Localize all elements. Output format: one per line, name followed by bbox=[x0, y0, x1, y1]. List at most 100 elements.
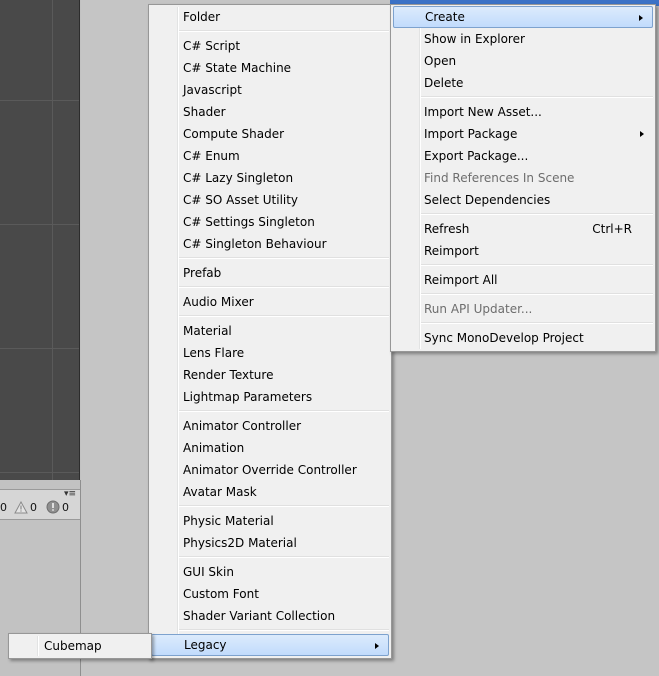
menu-item-lightmap-parameters[interactable]: Lightmap Parameters bbox=[151, 386, 389, 408]
menu-item-animator-override-controller[interactable]: Animator Override Controller bbox=[151, 459, 389, 481]
legacy-submenu: Cubemap bbox=[8, 633, 152, 659]
menu-item-material[interactable]: Material bbox=[151, 320, 389, 342]
menu-item-refresh[interactable]: Refresh Ctrl+R bbox=[393, 218, 653, 240]
menu-separator bbox=[179, 629, 389, 631]
menu-separator bbox=[421, 264, 653, 266]
menu-item-label: Run API Updater... bbox=[424, 302, 533, 316]
menu-item-label: C# Enum bbox=[183, 149, 240, 163]
menu-item-cubemap[interactable]: Cubemap bbox=[11, 635, 149, 657]
menu-item-label: Animation bbox=[183, 441, 245, 455]
menu-item-c-lazy-singleton[interactable]: C# Lazy Singleton bbox=[151, 167, 389, 189]
menu-item-shortcut: Ctrl+R bbox=[592, 222, 632, 236]
menu-item-c-enum[interactable]: C# Enum bbox=[151, 145, 389, 167]
submenu-arrow-icon bbox=[640, 131, 644, 137]
menu-item-label: C# State Machine bbox=[183, 61, 292, 75]
menu-item-physic-material[interactable]: Physic Material bbox=[151, 510, 389, 532]
menu-separator bbox=[179, 286, 389, 288]
create-submenu: Folder C# Script C# State Machine Javascrip… bbox=[148, 4, 392, 659]
menu-item-c-singleton-behaviour[interactable]: C# Singleton Behaviour bbox=[151, 233, 389, 255]
menu-item-create[interactable]: Create bbox=[393, 6, 653, 28]
menu-item-import-package[interactable]: Import Package bbox=[393, 123, 653, 145]
menu-item-find-references-in-scene: Find References In Scene bbox=[393, 167, 653, 189]
menu-item-c-state-machine[interactable]: C# State Machine bbox=[151, 57, 389, 79]
menu-separator bbox=[421, 293, 653, 295]
menu-item-run-api-updater: Run API Updater... bbox=[393, 298, 653, 320]
menu-item-label: Lightmap Parameters bbox=[183, 390, 313, 404]
menu-item-label: Avatar Mask bbox=[183, 485, 257, 499]
menu-item-label: Animator Controller bbox=[183, 419, 302, 433]
menu-item-show-in-explorer[interactable]: Show in Explorer bbox=[393, 28, 653, 50]
menu-item-gui-skin[interactable]: GUI Skin bbox=[151, 561, 389, 583]
error-counter[interactable]: 0 bbox=[46, 498, 69, 516]
menu-item-label: Import New Asset... bbox=[424, 105, 542, 119]
menu-item-label: Custom Font bbox=[183, 587, 259, 601]
menu-item-animation[interactable]: Animation bbox=[151, 437, 389, 459]
menu-separator bbox=[179, 315, 389, 317]
menu-item-javascript[interactable]: Javascript bbox=[151, 79, 389, 101]
menu-item-avatar-mask[interactable]: Avatar Mask bbox=[151, 481, 389, 503]
menu-separator bbox=[421, 322, 653, 324]
menu-item-shader-variant-collection[interactable]: Shader Variant Collection bbox=[151, 605, 389, 627]
error-icon bbox=[46, 500, 60, 514]
menu-item-label: Shader bbox=[183, 105, 226, 119]
menu-item-label: C# Singleton Behaviour bbox=[183, 237, 327, 251]
menu-separator bbox=[179, 30, 389, 32]
menu-item-c-settings-singleton[interactable]: C# Settings Singleton bbox=[151, 211, 389, 233]
menu-item-label: Compute Shader bbox=[183, 127, 285, 141]
menu-separator bbox=[421, 96, 653, 98]
menu-item-label: Javascript bbox=[183, 83, 242, 97]
warning-count: 0 bbox=[30, 500, 37, 514]
menu-item-label: Refresh bbox=[424, 222, 470, 236]
menu-item-c-script[interactable]: C# Script bbox=[151, 35, 389, 57]
menu-item-physics2d-material[interactable]: Physics2D Material bbox=[151, 532, 389, 554]
menu-item-label: Animator Override Controller bbox=[183, 463, 357, 477]
menu-item-c-so-asset-utility[interactable]: C# SO Asset Utility bbox=[151, 189, 389, 211]
menu-item-reimport[interactable]: Reimport bbox=[393, 240, 653, 262]
menu-item-custom-font[interactable]: Custom Font bbox=[151, 583, 389, 605]
menu-item-label: Lens Flare bbox=[183, 346, 245, 360]
menu-item-folder[interactable]: Folder bbox=[151, 6, 389, 28]
menu-item-reimport-all[interactable]: Reimport All bbox=[393, 269, 653, 291]
menu-item-label: Material bbox=[183, 324, 232, 338]
menu-item-prefab[interactable]: Prefab bbox=[151, 262, 389, 284]
menu-item-shader[interactable]: Shader bbox=[151, 101, 389, 123]
menu-item-animator-controller[interactable]: Animator Controller bbox=[151, 415, 389, 437]
log-counter[interactable]: 0 bbox=[0, 498, 7, 516]
menu-item-label: C# Script bbox=[183, 39, 241, 53]
menu-item-delete[interactable]: Delete bbox=[393, 72, 653, 94]
menu-item-export-package[interactable]: Export Package... bbox=[393, 145, 653, 167]
menu-item-compute-shader[interactable]: Compute Shader bbox=[151, 123, 389, 145]
menu-item-label: Render Texture bbox=[183, 368, 274, 382]
menu-item-legacy[interactable]: Legacy bbox=[151, 634, 389, 656]
menu-item-label: Physics2D Material bbox=[183, 536, 297, 550]
menu-item-label: C# SO Asset Utility bbox=[183, 193, 299, 207]
menu-separator bbox=[179, 257, 389, 259]
error-count: 0 bbox=[62, 500, 69, 514]
menu-item-label: C# Settings Singleton bbox=[183, 215, 315, 229]
menu-item-label: Find References In Scene bbox=[424, 171, 575, 185]
menu-item-label: Select Dependencies bbox=[424, 193, 551, 207]
menu-item-label: Import Package bbox=[424, 127, 518, 141]
menu-item-select-dependencies[interactable]: Select Dependencies bbox=[393, 189, 653, 211]
console-options-icon[interactable]: ▾≡ bbox=[64, 490, 78, 499]
submenu-arrow-icon bbox=[375, 643, 379, 649]
menu-item-label: Shader Variant Collection bbox=[183, 609, 336, 623]
warning-icon bbox=[14, 500, 28, 514]
menu-separator bbox=[179, 410, 389, 412]
menu-item-audio-mixer[interactable]: Audio Mixer bbox=[151, 291, 389, 313]
menu-item-sync-monodevelop-project[interactable]: Sync MonoDevelop Project bbox=[393, 327, 653, 349]
menu-item-label: Show in Explorer bbox=[424, 32, 525, 46]
menu-item-label: Sync MonoDevelop Project bbox=[424, 331, 584, 345]
menu-item-label: GUI Skin bbox=[183, 565, 234, 579]
warning-counter[interactable]: 0 bbox=[14, 498, 37, 516]
menu-item-lens-flare[interactable]: Lens Flare bbox=[151, 342, 389, 364]
menu-item-open[interactable]: Open bbox=[393, 50, 653, 72]
asset-context-menu: Create Show in Explorer Open Delete Import N… bbox=[390, 4, 656, 352]
menu-item-import-new-asset[interactable]: Import New Asset... bbox=[393, 101, 653, 123]
submenu-arrow-icon bbox=[639, 15, 643, 21]
menu-separator bbox=[179, 556, 389, 558]
menu-item-label: Cubemap bbox=[44, 639, 102, 653]
scene-view[interactable] bbox=[0, 0, 80, 480]
menu-item-render-texture[interactable]: Render Texture bbox=[151, 364, 389, 386]
menu-item-label: C# Lazy Singleton bbox=[183, 171, 294, 185]
